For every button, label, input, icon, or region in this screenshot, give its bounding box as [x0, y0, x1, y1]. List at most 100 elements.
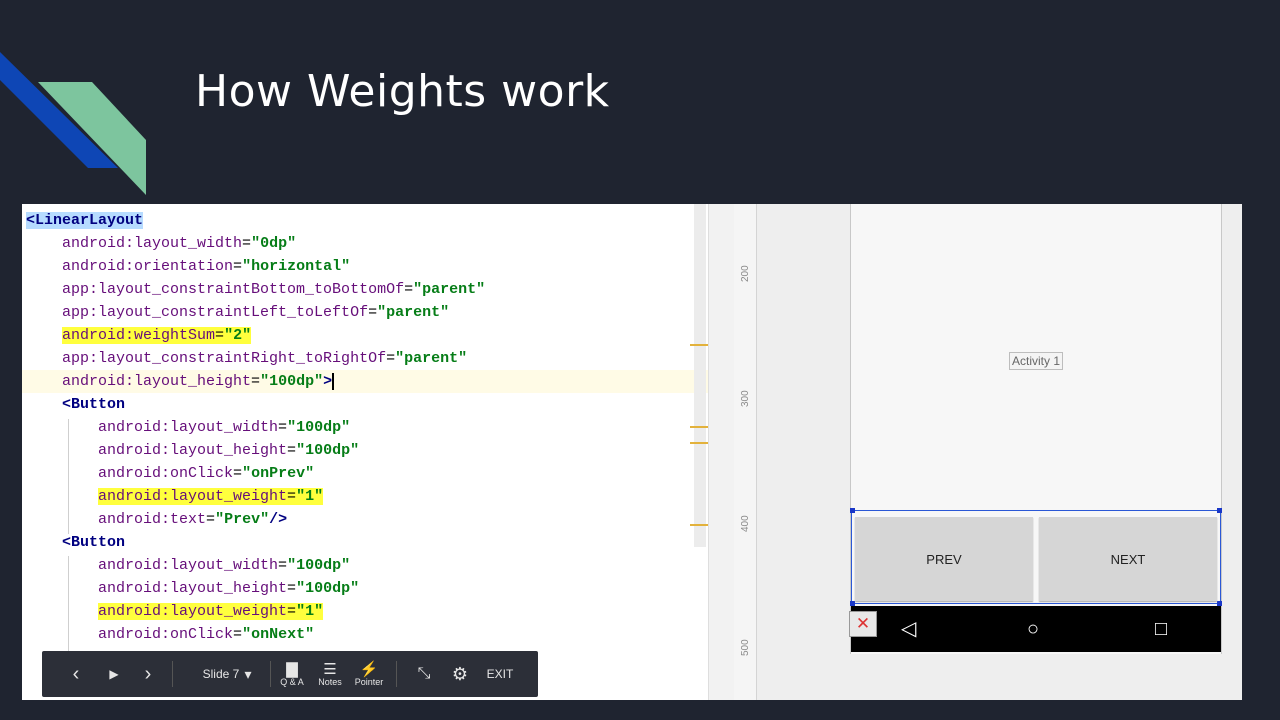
android-nav-bar: ✕ ◁ ○ □: [849, 606, 1221, 652]
code-token: "2": [224, 327, 252, 344]
code-line[interactable]: android:text="Prev"/>: [22, 508, 287, 531]
code-token: =: [278, 557, 288, 574]
text-caret: [332, 372, 335, 390]
resize-handle[interactable]: [850, 508, 855, 513]
code-token: "100dp": [260, 373, 324, 390]
code-line[interactable]: app:layout_constraintRight_toRightOf="pa…: [22, 347, 467, 370]
code-token: <Button: [62, 396, 126, 413]
code-line[interactable]: android:orientation="horizontal": [22, 255, 350, 278]
code-token: android:text: [98, 511, 207, 528]
code-token: =: [215, 327, 225, 344]
code-line[interactable]: <Button: [22, 393, 125, 416]
collapse-icon[interactable]: ⤡: [412, 651, 436, 697]
code-token: =: [287, 442, 297, 459]
code-token: =: [233, 258, 243, 275]
code-token: =: [251, 373, 261, 390]
code-token: =: [233, 626, 243, 643]
play-icon[interactable]: ▶: [102, 651, 126, 697]
next-slide-icon[interactable]: ›: [136, 651, 160, 697]
code-token: >: [323, 373, 333, 390]
layout-preview[interactable]: 200 300 400 500 Activity 1 PREV NEXT ✕ ◁…: [734, 204, 1242, 700]
next-button-preview[interactable]: NEXT: [1039, 517, 1217, 601]
editor-scrollbar[interactable]: [694, 204, 706, 547]
change-marker: [690, 442, 708, 444]
settings-icon[interactable]: ⚙: [448, 651, 472, 697]
code-token: "onPrev": [242, 465, 315, 482]
code-token: =: [242, 235, 252, 252]
code-token: =: [287, 603, 297, 620]
activity-label: Activity 1: [1009, 352, 1064, 370]
code-token: =: [287, 488, 297, 505]
change-marker: [690, 426, 708, 428]
resize-handle[interactable]: [1217, 508, 1222, 513]
toolbar-divider: [270, 661, 271, 687]
code-token: "100dp": [296, 580, 360, 597]
code-token: app:layout_constraintLeft_toLeftOf: [62, 304, 369, 321]
ruler-tick: 400: [740, 515, 751, 532]
code-line[interactable]: <LinearLayout: [22, 209, 144, 232]
editor-divider[interactable]: [708, 204, 735, 700]
code-token: =: [386, 350, 396, 367]
qa-label: Q & A: [280, 676, 304, 687]
code-token: <Button: [62, 534, 126, 551]
notes-button[interactable]: ☰ Notes: [314, 651, 346, 697]
pointer-button[interactable]: ⚡ Pointer: [352, 651, 386, 697]
code-line[interactable]: android:layout_width="0dp": [22, 232, 296, 255]
code-token: =: [404, 281, 414, 298]
code-token: =: [287, 580, 297, 597]
code-line[interactable]: app:layout_constraintLeft_toLeftOf="pare…: [22, 301, 449, 324]
code-token: android:layout_width: [62, 235, 243, 252]
code-token: android:weightSum: [62, 327, 216, 344]
nav-recent-icon: □: [1155, 618, 1168, 640]
code-token: "horizontal": [242, 258, 351, 275]
code-token: "100dp": [296, 442, 360, 459]
change-marker: [690, 344, 708, 346]
prev-button-preview[interactable]: PREV: [855, 517, 1033, 601]
code-line[interactable]: android:layout_height="100dp": [22, 439, 359, 462]
exit-button[interactable]: EXIT: [482, 651, 518, 697]
previous-slide-icon[interactable]: ‹: [64, 651, 88, 697]
code-token: <LinearLayout: [26, 212, 144, 229]
code-line[interactable]: android:layout_width="100dp": [22, 554, 350, 577]
vertical-ruler: 200 300 400 500: [734, 204, 757, 700]
code-line[interactable]: android:layout_height="100dp">: [22, 370, 712, 393]
code-line[interactable]: android:layout_height="100dp": [22, 577, 359, 600]
code-token: android:onClick: [98, 465, 234, 482]
toolbar-divider: [172, 661, 173, 687]
qa-icon: ▇: [286, 660, 298, 678]
code-line[interactable]: <Button: [22, 531, 125, 554]
code-token: "onNext": [242, 626, 315, 643]
code-line[interactable]: app:layout_constraintBottom_toBottomOf="…: [22, 278, 485, 301]
presenter-toolbar: ‹ ▶ › Slide 7 ▾ ▇ Q & A ☰ Notes ⚡ Pointe…: [42, 651, 538, 697]
code-line[interactable]: android:weightSum="2": [22, 324, 252, 347]
code-line[interactable]: android:onClick="onPrev": [22, 462, 314, 485]
code-token: =: [278, 419, 288, 436]
code-token: "1": [296, 488, 324, 505]
ide-screenshot: <LinearLayout android:layout_width="0dp"…: [22, 204, 1242, 700]
error-icon[interactable]: ✕: [849, 611, 877, 637]
pointer-label: Pointer: [354, 676, 384, 687]
code-token: app:layout_constraintBottom_toBottomOf: [62, 281, 405, 298]
code-token: android:layout_weight: [98, 603, 288, 620]
qa-button[interactable]: ▇ Q & A: [278, 651, 306, 697]
indent-guide: [68, 419, 69, 534]
code-line[interactable]: android:layout_width="100dp": [22, 416, 350, 439]
device-frame[interactable]: Activity 1 PREV NEXT ✕ ◁ ○ □: [849, 204, 1222, 654]
chevron-down-icon[interactable]: ▾: [236, 651, 260, 697]
code-token: "parent": [395, 350, 468, 367]
code-token: =: [206, 511, 216, 528]
code-editor[interactable]: <LinearLayout android:layout_width="0dp"…: [22, 204, 712, 700]
linear-layout-selection[interactable]: PREV NEXT: [850, 508, 1222, 606]
notes-label: Notes: [318, 676, 342, 687]
code-line[interactable]: android:onClick="onNext": [22, 623, 314, 646]
